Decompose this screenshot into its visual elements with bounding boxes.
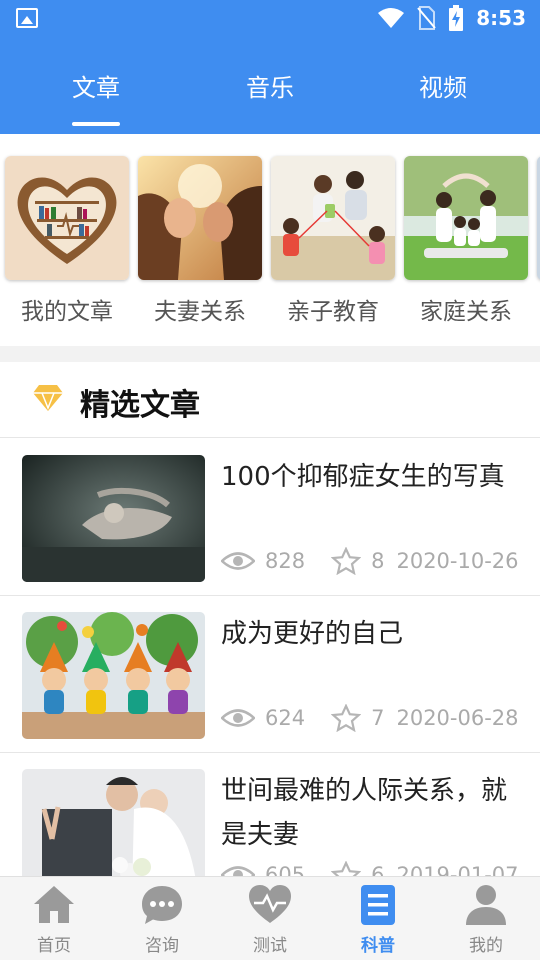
heart-pulse-icon [249, 885, 291, 923]
favorite-count: 8 [371, 549, 385, 573]
tab-music[interactable]: 音乐 [210, 36, 330, 134]
tab-label: 音乐 [246, 73, 294, 102]
publish-date: 2020-06-28 [396, 706, 519, 730]
category-family[interactable]: 家庭关系 [404, 156, 528, 326]
nav-home[interactable]: 首页 [0, 877, 108, 960]
nav-label: 首页 [37, 936, 71, 956]
featured-section-header: 精选文章 [0, 362, 540, 438]
view-count: 828 [265, 549, 306, 573]
section-divider [0, 346, 540, 362]
clock: 8:53 [476, 6, 526, 30]
bottom-navigation: 首页 咨询 测试 科普 我的 [0, 876, 540, 960]
category-image [138, 156, 262, 280]
chat-bubble-icon [142, 886, 182, 924]
gem-icon [33, 385, 63, 411]
article-title: 100个抑郁症女生的写真 [221, 462, 505, 492]
eye-icon [221, 552, 255, 570]
nav-label: 咨询 [145, 936, 179, 956]
category-strip: 我的文章 夫妻关系 亲子教育 家庭关系 [0, 134, 540, 346]
article-row[interactable]: 100个抑郁症女生的写真 828 8 2020-10-26 [0, 439, 540, 596]
category-image [5, 156, 129, 280]
category-label: 亲子教育 [287, 299, 379, 325]
battery-charging-icon [449, 5, 464, 31]
nav-label: 测试 [253, 936, 287, 956]
eye-icon [221, 709, 255, 727]
category-label: 我的文章 [21, 299, 113, 325]
nav-test[interactable]: 测试 [216, 877, 324, 960]
person-icon [466, 885, 506, 925]
top-tab-bar: 文章 音乐 视频 [0, 36, 540, 134]
category-marriage[interactable]: 夫妻关系 [138, 156, 262, 326]
home-icon [34, 886, 74, 923]
favorite-count: 7 [371, 706, 385, 730]
article-meta: 828 8 2020-10-26 [221, 547, 519, 575]
star-icon[interactable] [331, 704, 362, 732]
nav-label: 科普 [361, 936, 395, 956]
wifi-icon [378, 8, 405, 28]
category-image [271, 156, 395, 280]
tab-active-indicator [72, 122, 120, 126]
no-sim-icon [417, 6, 437, 30]
article-row[interactable]: 成为更好的自己 624 7 2020-06-28 [0, 596, 540, 753]
category-my-articles[interactable]: 我的文章 [5, 156, 129, 326]
tab-articles[interactable]: 文章 [36, 36, 156, 134]
nav-label: 我的 [469, 936, 503, 956]
tab-label: 视频 [419, 73, 467, 102]
article-title: 世间最难的人际关系，就是夫妻 [221, 776, 508, 850]
nav-science[interactable]: 科普 [324, 877, 432, 960]
article-thumbnail [22, 455, 205, 582]
article-title: 成为更好的自己 [221, 619, 404, 649]
view-count: 624 [265, 706, 306, 730]
status-icons: 8:53 [378, 4, 526, 32]
article-thumbnail [22, 612, 205, 739]
nav-consult[interactable]: 咨询 [108, 877, 216, 960]
tab-label: 文章 [72, 73, 120, 102]
tab-video[interactable]: 视频 [383, 36, 503, 134]
article-meta: 624 7 2020-06-28 [221, 704, 519, 732]
star-icon[interactable] [331, 547, 362, 575]
category-parenting[interactable]: 亲子教育 [271, 156, 395, 326]
section-title: 精选文章 [80, 388, 200, 423]
nav-mine[interactable]: 我的 [432, 877, 540, 960]
list-document-icon [361, 885, 395, 925]
category-image [404, 156, 528, 280]
image-notification-icon [16, 8, 38, 28]
category-label: 夫妻关系 [154, 299, 246, 325]
category-label: 家庭关系 [420, 299, 512, 325]
publish-date: 2020-10-26 [396, 549, 519, 573]
status-bar: 8:53 [0, 0, 540, 36]
